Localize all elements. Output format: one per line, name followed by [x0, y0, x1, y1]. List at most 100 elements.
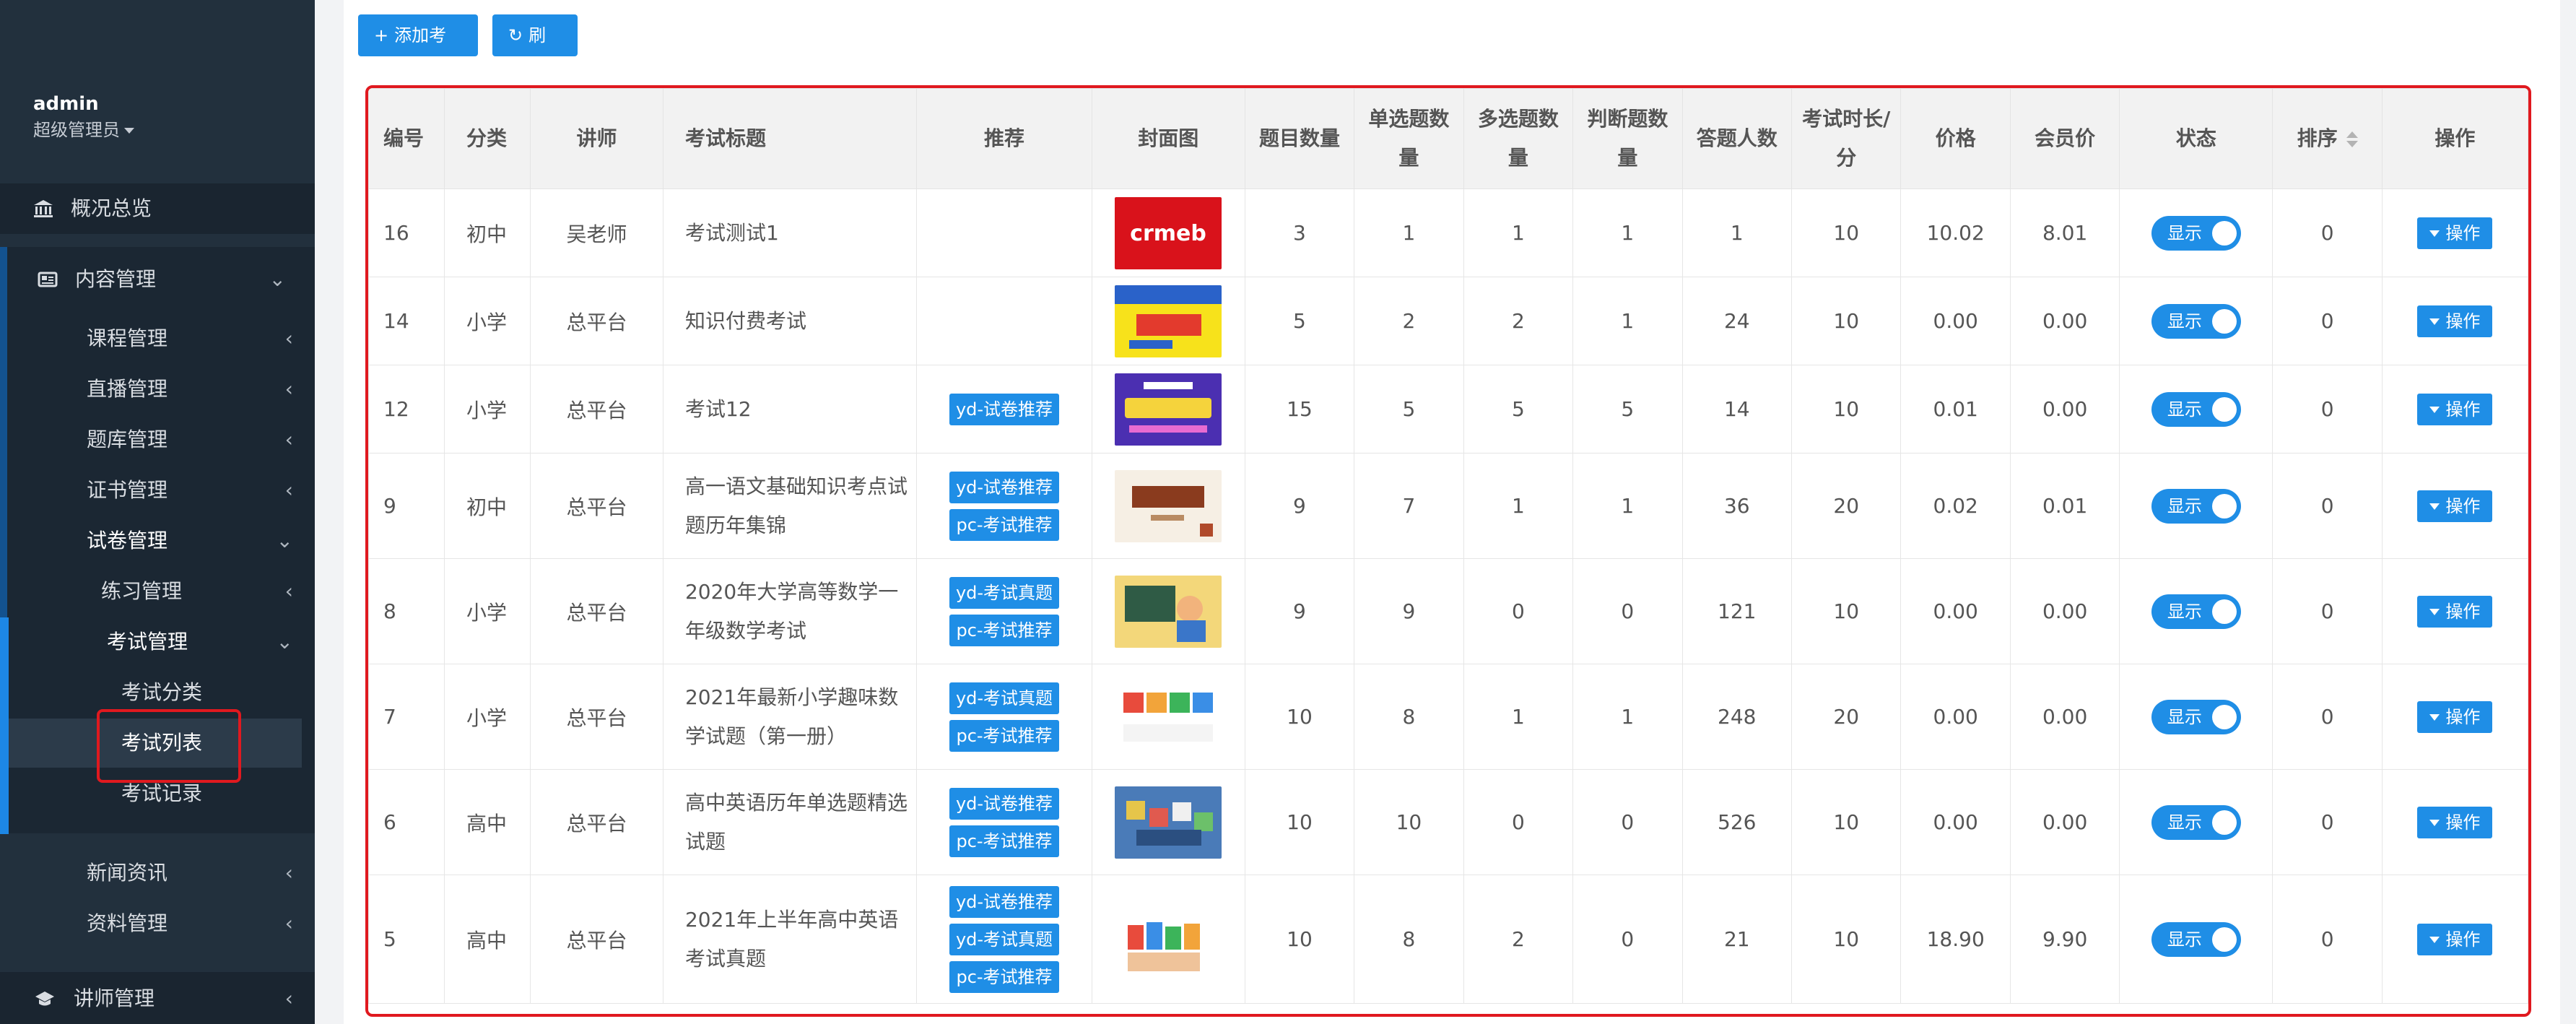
refresh-button[interactable]: ↻ 刷新 [492, 14, 578, 87]
cell-id: 9 [368, 453, 445, 559]
cell-teacher: 总平台 [530, 558, 663, 664]
action-dropdown-button[interactable]: 操作 [2417, 490, 2493, 522]
status-toggle[interactable]: 显示 [2151, 699, 2241, 734]
action-dropdown-button[interactable]: 操作 [2417, 806, 2493, 838]
sidebar-item-exam[interactable]: 考试管理 ⌄ [0, 617, 315, 667]
cell-price: 0.02 [1900, 453, 2011, 559]
cell-sort: 0 [2272, 453, 2383, 559]
cell-category: 高中 [444, 769, 531, 875]
cell-single-count: 7 [1354, 453, 1464, 559]
cell-title: 知识付费考试 [662, 277, 918, 365]
caret-down-icon [2429, 609, 2440, 615]
caret-down-icon [124, 128, 134, 134]
cell-judge-count: 1 [1572, 277, 1683, 365]
sidebar-item-certificate[interactable]: 证书管理 ‹ [0, 465, 315, 516]
sidebar-item-news[interactable]: 新闻资讯 ‹ [0, 848, 315, 898]
cell-recommend: yd-试卷推荐 [916, 365, 1092, 454]
toggle-knob [2211, 396, 2237, 422]
sidebar-item-content[interactable]: 内容管理 ⌄ [0, 254, 315, 305]
cell-sort: 0 [2272, 664, 2383, 770]
action-dropdown-button[interactable]: 操作 [2417, 305, 2493, 337]
col-header: 操作 [2381, 88, 2528, 189]
add-exam-button[interactable]: + 添加考试 [358, 14, 478, 87]
recommend-tag: yd-试卷推荐 [949, 787, 1060, 820]
sidebar-item-live[interactable]: 直播管理 ‹ [0, 364, 315, 415]
recommend-tag: yd-考试真题 [949, 682, 1060, 714]
status-toggle[interactable]: 显示 [2151, 215, 2241, 251]
sidebar-item-paper[interactable]: 试卷管理 ⌄ [0, 516, 315, 566]
cell-teacher: 吴老师 [530, 188, 663, 277]
action-dropdown-button[interactable]: 操作 [2417, 217, 2493, 249]
cell-question-count: 5 [1244, 277, 1355, 365]
cell-sort: 0 [2272, 875, 2383, 1004]
caret-down-icon [2429, 937, 2440, 943]
status-toggle[interactable]: 显示 [2151, 303, 2241, 339]
exam-table-container: 编号 分类 讲师 考试标题 推荐 封面图 题目数量 单选题数量 多选题数量 判断… [365, 85, 2531, 1017]
cell-actions: 操作 [2381, 453, 2528, 559]
cell-status: 显示 [2119, 277, 2273, 365]
col-header: 判断题数量 [1572, 88, 1683, 189]
user-box[interactable]: admin 超级管理员 [33, 91, 134, 143]
recommend-tag: pc-考试推荐 [949, 614, 1060, 646]
status-toggle[interactable]: 显示 [2151, 488, 2241, 524]
cell-category: 小学 [444, 277, 531, 365]
cell-teacher: 总平台 [530, 769, 663, 875]
cell-price: 0.01 [1900, 365, 2011, 454]
cell-recommend: yd-考试真题 pc-考试推荐 [916, 664, 1092, 770]
cover-image [1115, 903, 1222, 976]
action-dropdown-button[interactable]: 操作 [2417, 595, 2493, 628]
action-label: 操作 [2445, 495, 2481, 516]
sidebar-item-practice[interactable]: 练习管理 ‹ [0, 566, 315, 617]
cell-judge-count: 0 [1572, 558, 1683, 664]
status-toggle[interactable]: 显示 [2151, 921, 2241, 957]
cell-question-count: 9 [1244, 453, 1355, 559]
cell-duration: 10 [1790, 277, 1902, 365]
toggle-knob [2211, 927, 2237, 952]
action-label: 操作 [2445, 311, 2481, 331]
sort-icon[interactable] [2346, 131, 2358, 147]
sidebar-item-course[interactable]: 课程管理 ‹ [0, 313, 315, 364]
sidebar: admin 超级管理员 概况总览 内容管理 ⌄ 课程管理 ‹ 直播管理 ‹ 题库管理… [0, 0, 315, 1024]
cell-multi-count: 1 [1463, 664, 1574, 770]
chevron-left-icon: ‹ [284, 326, 293, 350]
col-header: 多选题数量 [1463, 88, 1574, 189]
cell-multi-count: 2 [1463, 277, 1574, 365]
sidebar-item-label: 题库管理 [87, 428, 168, 451]
sort-column-header[interactable]: 排序 [2272, 88, 2383, 189]
action-dropdown-button[interactable]: 操作 [2417, 700, 2493, 733]
cell-status: 显示 [2119, 188, 2273, 277]
col-header: 封面图 [1091, 88, 1245, 189]
status-toggle-label: 显示 [2167, 399, 2202, 420]
cell-id: 7 [368, 664, 445, 770]
action-dropdown-button[interactable]: 操作 [2417, 923, 2493, 955]
toggle-knob [2211, 810, 2237, 835]
sidebar-item-label: 直播管理 [87, 377, 168, 401]
status-toggle[interactable]: 显示 [2151, 804, 2241, 840]
cell-question-count: 15 [1244, 365, 1355, 454]
sidebar-item-label: 内容管理 [75, 267, 157, 291]
graduation-cap-icon [35, 992, 54, 1006]
cell-actions: 操作 [2381, 769, 2528, 875]
sidebar-item-material[interactable]: 资料管理 ‹ [0, 898, 315, 949]
cell-member-price: 0.01 [2009, 453, 2120, 559]
status-toggle[interactable]: 显示 [2151, 594, 2241, 629]
col-header: 会员价 [2009, 88, 2120, 189]
chevron-left-icon: ‹ [284, 986, 293, 1010]
status-toggle[interactable]: 显示 [2151, 391, 2241, 427]
sidebar-item-overview[interactable]: 概况总览 [0, 183, 315, 234]
cell-category: 小学 [444, 558, 531, 664]
cell-cover [1091, 558, 1245, 664]
recommend-tag: yd-试卷推荐 [949, 471, 1060, 503]
cell-duration: 20 [1790, 453, 1902, 559]
sidebar-item-teacher[interactable]: 讲师管理 ‹ [0, 973, 315, 1024]
cell-sort: 0 [2272, 365, 2383, 454]
action-dropdown-button[interactable]: 操作 [2417, 393, 2493, 425]
user-role-dropdown[interactable]: 超级管理员 [33, 117, 134, 143]
cell-cover [1091, 277, 1245, 365]
cell-member-price: 0.00 [2009, 365, 2120, 454]
cell-price: 0.00 [1900, 769, 2011, 875]
toggle-knob [2211, 493, 2237, 518]
status-toggle-label: 显示 [2167, 222, 2202, 243]
sidebar-item-question-bank[interactable]: 题库管理 ‹ [0, 415, 315, 465]
cell-single-count: 8 [1354, 664, 1464, 770]
